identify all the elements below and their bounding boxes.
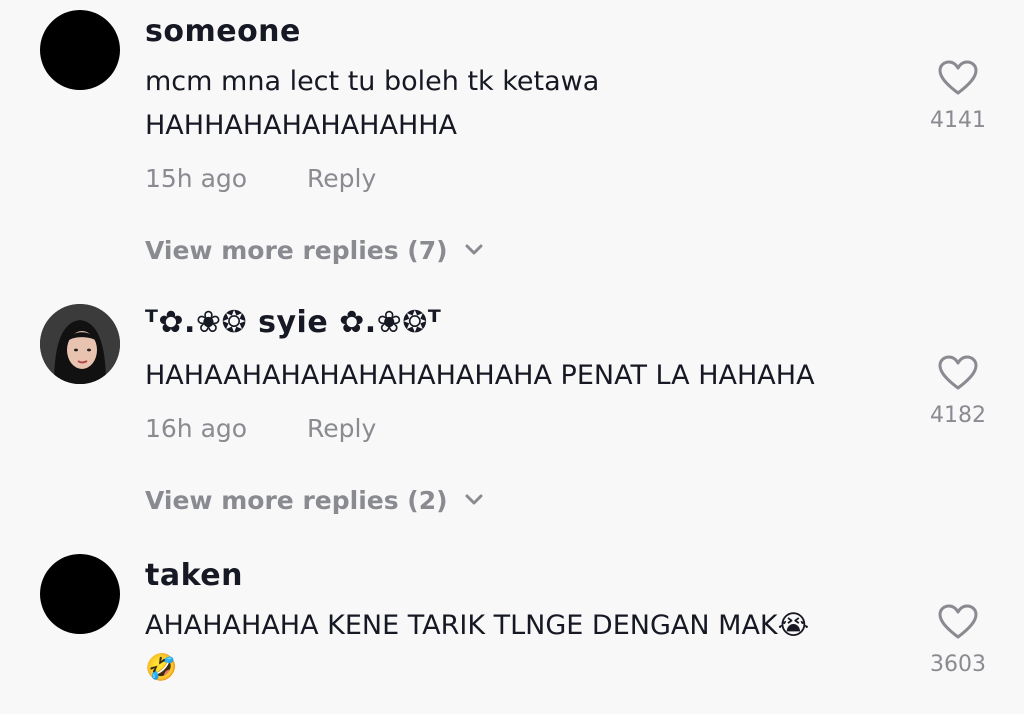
comment-username[interactable]: taken bbox=[145, 558, 243, 593]
like-count: 4141 bbox=[930, 108, 986, 133]
chevron-down-icon bbox=[465, 494, 483, 505]
reply-button[interactable]: Reply bbox=[307, 164, 376, 193]
like-count: 3603 bbox=[930, 652, 986, 677]
like-count: 4182 bbox=[930, 403, 986, 428]
comment-text-line: HAHHAHAHAHAHAHHA bbox=[145, 110, 458, 141]
avatar[interactable] bbox=[40, 304, 120, 384]
comment-timestamp: 16h ago bbox=[145, 414, 248, 443]
comment-timestamp: 15h ago bbox=[145, 164, 248, 193]
comment-text-line: 🤣 bbox=[145, 653, 178, 683]
heart-outline-icon bbox=[938, 60, 978, 95]
like-button[interactable]: 4182 bbox=[923, 355, 993, 428]
like-button[interactable]: 3603 bbox=[923, 604, 993, 677]
avatar[interactable] bbox=[40, 10, 120, 90]
comment-meta: 16h ago Reply bbox=[145, 414, 376, 443]
heart-outline-icon bbox=[938, 604, 978, 639]
comment-meta: 15h ago Reply bbox=[145, 164, 376, 193]
like-button[interactable]: 4141 bbox=[923, 60, 993, 133]
heart-outline-icon bbox=[938, 355, 978, 390]
comment-text-line: mcm mna lect tu boleh tk ketawa bbox=[145, 66, 600, 97]
view-more-replies-button[interactable]: View more replies (2) bbox=[145, 486, 484, 515]
view-more-replies-label: View more replies (2) bbox=[145, 486, 448, 515]
comment-username[interactable]: someone bbox=[145, 14, 301, 49]
chevron-down-icon bbox=[465, 244, 483, 255]
profile-photo-icon bbox=[40, 304, 120, 384]
avatar[interactable] bbox=[40, 554, 120, 634]
view-more-replies-button[interactable]: View more replies (7) bbox=[145, 236, 484, 265]
comment-text-line: HAHAAHAHAHAHAHAHAHAHA PENAT LA HAHAHA bbox=[145, 360, 815, 391]
comment-text-line: AHAHAHAHA KENE TARIK TLNGE DENGAN MAK😭 bbox=[145, 610, 810, 641]
reply-button[interactable]: Reply bbox=[307, 414, 376, 443]
view-more-replies-label: View more replies (7) bbox=[145, 236, 448, 265]
comment-username[interactable]: ᵀ✿.❀❂ syie ✿.❀❂ᵀ bbox=[145, 305, 441, 340]
